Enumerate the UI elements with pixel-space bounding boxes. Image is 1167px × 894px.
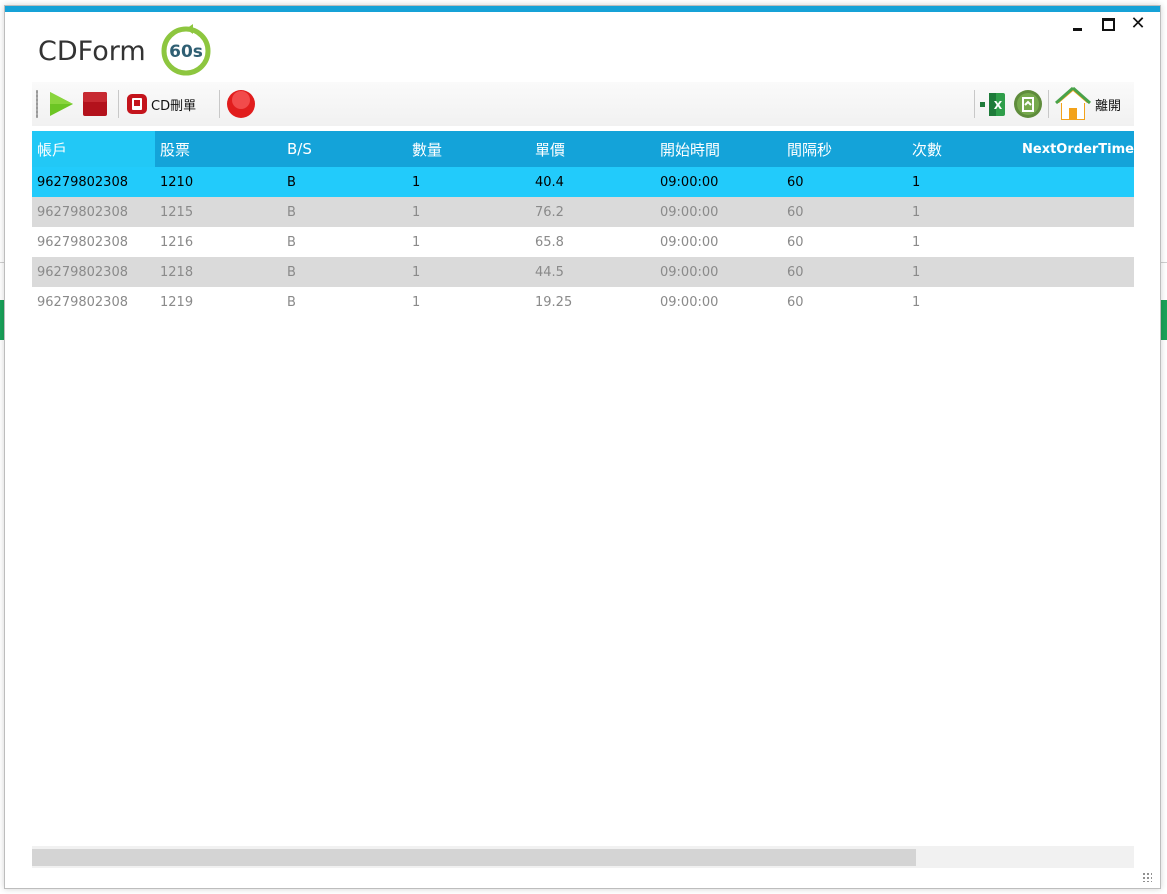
record-icon [227, 90, 255, 118]
table-cell[interactable]: 1215 [155, 197, 282, 227]
table-cell[interactable]: 09:00:00 [655, 167, 782, 197]
column-header[interactable]: 帳戶 [32, 131, 155, 167]
column-header[interactable]: 間隔秒 [782, 131, 907, 167]
stop-button[interactable] [81, 89, 109, 119]
table-cell[interactable]: 60 [782, 197, 907, 227]
table-cell[interactable]: 1 [407, 197, 530, 227]
table-cell[interactable]: 1 [907, 227, 1010, 257]
table-row[interactable]: 96279802308 1216 B 1 65.8 09:00:00 60 1 [32, 227, 1134, 257]
table-cell[interactable] [1010, 287, 1134, 317]
export-excel-button[interactable]: X [978, 89, 1008, 119]
column-header[interactable]: 開始時間 [655, 131, 782, 167]
table-cell[interactable] [1010, 167, 1134, 197]
table-cell[interactable]: B [282, 287, 407, 317]
grid-header-row: 帳戶 股票 B/S 數量 單價 開始時間 間隔秒 次數 NextOrderTime [32, 131, 1134, 167]
toolbar-grip[interactable] [36, 90, 38, 118]
scrollbar-thumb[interactable] [32, 849, 916, 866]
table-cell[interactable]: 60 [782, 227, 907, 257]
table-cell[interactable]: 1218 [155, 257, 282, 287]
table-cell[interactable]: 1219 [155, 287, 282, 317]
table-cell[interactable]: 96279802308 [32, 167, 155, 197]
table-cell[interactable]: 1 [407, 167, 530, 197]
horizontal-scrollbar[interactable] [32, 846, 1134, 868]
table-cell[interactable]: 19.25 [530, 287, 655, 317]
window-title: CDForm [38, 36, 146, 67]
table-row[interactable]: 96279802308 1215 B 1 76.2 09:00:00 60 1 [32, 197, 1134, 227]
table-cell[interactable]: 40.4 [530, 167, 655, 197]
table-cell[interactable]: 1216 [155, 227, 282, 257]
toolbar: CD刪單 X 離開 [32, 82, 1134, 126]
table-cell[interactable]: 96279802308 [32, 257, 155, 287]
column-header[interactable]: 次數 [907, 131, 1010, 167]
table-cell[interactable]: 09:00:00 [655, 227, 782, 257]
table-cell[interactable]: 96279802308 [32, 287, 155, 317]
table-cell[interactable]: 96279802308 [32, 227, 155, 257]
table-cell[interactable] [1010, 227, 1134, 257]
table-cell[interactable]: 60 [782, 287, 907, 317]
cd-delete-button[interactable]: CD刪單 [126, 89, 196, 119]
table-cell[interactable] [1010, 257, 1134, 287]
column-header[interactable]: NextOrderTime [1010, 131, 1134, 167]
table-cell[interactable]: 60 [782, 167, 907, 197]
table-cell[interactable]: 1 [907, 287, 1010, 317]
table-row[interactable]: 96279802308 1210 B 1 40.4 09:00:00 60 1 [32, 167, 1134, 197]
orders-grid[interactable]: 帳戶 股票 B/S 數量 單價 開始時間 間隔秒 次數 NextOrderTime 962798… [32, 131, 1134, 846]
table-cell[interactable]: B [282, 227, 407, 257]
toolbar-separator [1048, 90, 1049, 118]
play-icon [50, 92, 73, 116]
table-cell[interactable]: 09:00:00 [655, 257, 782, 287]
svg-text:60s: 60s [169, 42, 203, 62]
record-button[interactable] [226, 89, 256, 119]
table-cell[interactable]: 1 [907, 167, 1010, 197]
column-header[interactable]: 股票 [155, 131, 282, 167]
table-row[interactable]: 96279802308 1219 B 1 19.25 09:00:00 60 1 [32, 287, 1134, 317]
timer-60s-icon: 60s [161, 24, 211, 76]
maximize-icon[interactable] [1100, 16, 1116, 32]
home-icon [1055, 86, 1091, 120]
cd-delete-label: CD刪單 [151, 98, 197, 114]
toolbar-separator [219, 90, 220, 118]
refresh-icon [1014, 90, 1042, 118]
column-header[interactable]: 數量 [407, 131, 530, 167]
delete-cd-icon [127, 94, 147, 114]
close-icon[interactable]: ✕ [1130, 15, 1146, 33]
table-cell[interactable]: 60 [782, 257, 907, 287]
table-cell[interactable] [1010, 197, 1134, 227]
toolbar-separator [974, 90, 975, 118]
minimize-icon[interactable] [1070, 16, 1086, 32]
exit-button[interactable]: 離開 [1054, 86, 1122, 120]
export-excel-icon: X [980, 93, 1005, 116]
table-cell[interactable]: 1 [407, 227, 530, 257]
resize-grip-icon[interactable] [1142, 872, 1152, 882]
column-header[interactable]: 單價 [530, 131, 655, 167]
table-cell[interactable]: 1 [907, 197, 1010, 227]
table-cell[interactable]: 44.5 [530, 257, 655, 287]
svg-text:X: X [994, 99, 1003, 112]
stop-icon [83, 92, 107, 116]
toolbar-separator [118, 90, 119, 118]
table-cell[interactable]: 1 [907, 257, 1010, 287]
table-cell[interactable]: 1210 [155, 167, 282, 197]
table-cell[interactable]: 96279802308 [32, 197, 155, 227]
table-cell[interactable]: 09:00:00 [655, 287, 782, 317]
table-cell[interactable]: B [282, 197, 407, 227]
window-accent-bar [5, 6, 1160, 12]
table-cell[interactable]: 1 [407, 287, 530, 317]
cdform-window: CDForm 60s ✕ CD刪單 X 離開 帳戶 股票 B/S 數量 單價 開… [4, 5, 1161, 889]
table-cell[interactable]: 1 [407, 257, 530, 287]
window-controls: ✕ [1070, 15, 1146, 33]
table-cell[interactable]: 65.8 [530, 227, 655, 257]
column-header[interactable]: B/S [282, 131, 407, 167]
table-cell[interactable]: 09:00:00 [655, 197, 782, 227]
background-green-tab [1161, 300, 1167, 340]
table-cell[interactable]: 76.2 [530, 197, 655, 227]
table-cell[interactable]: B [282, 257, 407, 287]
exit-label: 離開 [1095, 98, 1122, 114]
table-cell[interactable]: B [282, 167, 407, 197]
start-button[interactable] [46, 89, 76, 119]
table-row[interactable]: 96279802308 1218 B 1 44.5 09:00:00 60 1 [32, 257, 1134, 287]
refresh-button[interactable] [1013, 89, 1043, 119]
